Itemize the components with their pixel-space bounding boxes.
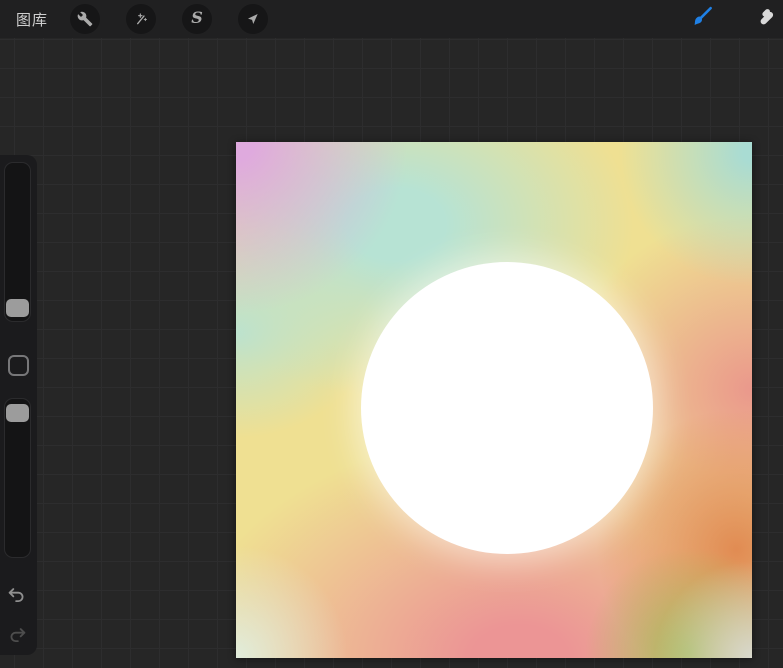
paint-tool-button[interactable]: [687, 4, 717, 34]
brush-size-handle[interactable]: [6, 299, 29, 317]
selection-s-icon: S: [191, 8, 203, 27]
transform-button[interactable]: [238, 4, 269, 34]
selection-button[interactable]: S: [182, 4, 213, 34]
drawing-canvas[interactable]: [236, 142, 752, 658]
smudge-tool-button[interactable]: [753, 4, 783, 34]
top-toolbar: 图库 S: [0, 0, 783, 38]
magic-wand-icon: [133, 11, 149, 27]
redo-button[interactable]: [5, 625, 29, 649]
actions-button[interactable]: [70, 4, 101, 34]
undo-button[interactable]: [5, 585, 29, 609]
white-circle-artwork: [361, 262, 653, 554]
transform-arrow-icon: [245, 11, 261, 27]
sidebar-panel: [0, 155, 37, 655]
gallery-button[interactable]: 图库: [16, 9, 48, 30]
adjustments-button[interactable]: [126, 4, 157, 34]
wrench-icon: [77, 11, 93, 27]
undo-arrow-icon: [6, 584, 28, 611]
smudge-finger-icon: [755, 4, 781, 35]
brush-size-slider[interactable]: [4, 162, 31, 322]
redo-arrow-icon: [6, 624, 28, 651]
brush-icon: [689, 4, 715, 35]
opacity-handle[interactable]: [6, 404, 29, 422]
opacity-slider[interactable]: [4, 398, 31, 558]
modify-button[interactable]: [8, 355, 29, 376]
